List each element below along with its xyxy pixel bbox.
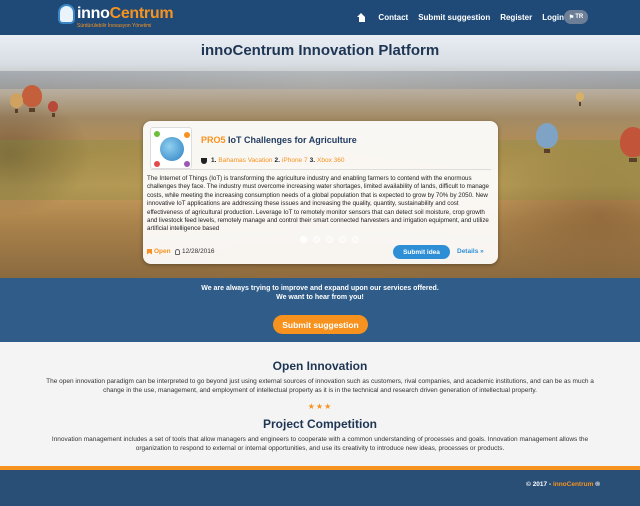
reward-name: Bahamas Vacation bbox=[218, 157, 273, 164]
carousel-indicators bbox=[300, 236, 359, 243]
reward-name: Xbox 360 bbox=[317, 157, 345, 164]
challenge-title[interactable]: PRO5 IoT Challenges for Agriculture bbox=[201, 135, 357, 145]
brand-name: innoCentrum bbox=[77, 5, 174, 22]
nav-submit-suggestion[interactable]: Submit suggestion bbox=[418, 13, 490, 22]
suggestion-text: We are always trying to improve and expa… bbox=[201, 285, 439, 301]
challenge-description: The Internet of Things (IoT) is transfor… bbox=[147, 175, 489, 233]
carousel-dot[interactable] bbox=[352, 236, 359, 243]
deadline-date: 12/28/2016 bbox=[175, 248, 215, 255]
trophy-icon bbox=[201, 157, 207, 164]
globe-icon bbox=[160, 137, 184, 161]
network-dot bbox=[184, 132, 190, 138]
carousel-dot[interactable] bbox=[326, 236, 333, 243]
open-innovation-heading: Open Innovation bbox=[272, 359, 368, 373]
network-dot bbox=[154, 131, 160, 137]
carousel-dot[interactable] bbox=[300, 236, 307, 243]
challenge-image[interactable] bbox=[150, 127, 192, 169]
navbar: innoCentrum Sürdürülebilir İnovasyon Yön… bbox=[0, 0, 640, 35]
suggestion-strip: We are always trying to improve and expa… bbox=[0, 278, 640, 342]
brand-tagline: Sürdürülebilir İnovasyon Yönetimi bbox=[77, 23, 152, 29]
nav-register[interactable]: Register bbox=[500, 13, 532, 22]
carousel-dot[interactable] bbox=[313, 236, 320, 243]
language-toggle[interactable]: ⚑ TR bbox=[564, 10, 588, 24]
reward-rank: 3. bbox=[309, 157, 316, 164]
hot-air-balloon bbox=[48, 101, 58, 117]
lightbulb-icon bbox=[58, 4, 75, 24]
page-title: innoCentrum Innovation Platform bbox=[200, 42, 440, 59]
hot-air-balloon bbox=[22, 85, 42, 112]
star-divider: ★★★ bbox=[307, 402, 333, 411]
network-dot bbox=[184, 161, 190, 167]
hot-air-balloon bbox=[620, 127, 640, 162]
copyright: © 2017 - innoCentrum ® bbox=[526, 481, 600, 488]
home-icon[interactable] bbox=[357, 13, 366, 22]
hot-air-balloon bbox=[536, 123, 558, 153]
status-badge: Open bbox=[147, 248, 171, 255]
carousel-dot[interactable] bbox=[339, 236, 346, 243]
reward-rank: 1. bbox=[211, 157, 217, 164]
reward-list: 1. Bahamas Vacation 2. iPhone 7 3. Xbox … bbox=[201, 157, 345, 164]
reward-rank: 2. bbox=[274, 157, 280, 164]
footer: © 2017 - innoCentrum ® bbox=[0, 470, 640, 506]
submit-idea-button[interactable]: Submit idea bbox=[393, 245, 450, 259]
open-innovation-text: The open innovation paradigm can be inte… bbox=[46, 378, 594, 394]
card-footer: Open 12/28/2016 Submit idea Details » bbox=[147, 245, 493, 259]
bell-icon bbox=[175, 248, 180, 255]
nav-contact[interactable]: Contact bbox=[378, 13, 408, 22]
bookmark-icon bbox=[147, 248, 152, 255]
hot-air-balloon bbox=[576, 92, 584, 106]
details-link[interactable]: Details » bbox=[457, 248, 484, 255]
project-competition-heading: Project Competition bbox=[262, 417, 377, 431]
hero-mountain-band bbox=[0, 71, 640, 89]
info-section: Open Innovation The open innovation para… bbox=[0, 342, 640, 466]
submit-suggestion-button[interactable]: Submit suggestion bbox=[273, 315, 368, 334]
flag-icon: ⚑ bbox=[568, 14, 575, 21]
brand-logo[interactable]: innoCentrum Sürdürülebilir İnovasyon Yön… bbox=[58, 4, 174, 31]
main-nav: Contact Submit suggestion Register Login bbox=[357, 0, 564, 35]
divider bbox=[151, 169, 491, 170]
hot-air-balloon bbox=[10, 93, 23, 113]
hero-banner: innoCentrum Innovation Platform PRO5 IoT… bbox=[0, 35, 640, 278]
network-dot bbox=[154, 161, 160, 167]
nav-login[interactable]: Login bbox=[542, 13, 564, 22]
project-competition-text: Innovation management includes a set of … bbox=[51, 436, 589, 452]
reward-name: iPhone 7 bbox=[281, 157, 308, 164]
